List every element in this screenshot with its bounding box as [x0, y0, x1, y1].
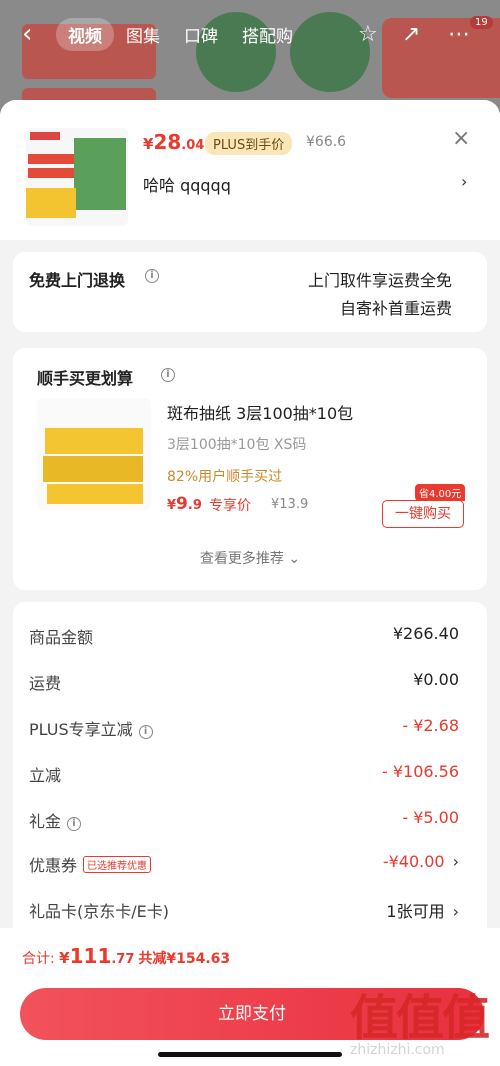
summary-row-label: 礼金 i [29, 808, 82, 832]
save-amount-tag: 省4.00元 [415, 484, 466, 501]
recommend-product-price: ¥9.9 [167, 494, 202, 514]
tab-0[interactable]: 视频 [56, 18, 114, 51]
summary-row[interactable]: 优惠券 已选推荐优惠 -¥40.00 › [29, 852, 459, 876]
recommend-product-spec: 3层100抽*10包 XS码 [167, 437, 307, 453]
close-icon[interactable]: × [452, 126, 470, 151]
summary-row-label: 优惠券 已选推荐优惠 [29, 852, 152, 876]
tab-1[interactable]: 图集 [114, 18, 172, 51]
chevron-right-icon[interactable]: › [453, 852, 459, 871]
more-recommendations-link[interactable]: 查看更多推荐 ⌄ [13, 548, 487, 568]
home-indicator[interactable] [158, 1052, 342, 1057]
chevron-right-icon[interactable]: › [461, 172, 467, 191]
one-click-buy-button[interactable]: 一键购买 [382, 500, 464, 528]
summary-row-label: 礼品卡(京东卡/E卡) [29, 902, 169, 921]
recommend-original-price: ¥13.9 [271, 497, 309, 512]
exclusive-price-label: 专享价 [209, 498, 251, 514]
watermark-url: zhizhizhi.com [350, 1042, 445, 1058]
star-icon[interactable]: ☆ [358, 22, 378, 47]
share-icon[interactable]: ↗ [402, 22, 420, 47]
return-service-card: 免费上门退换 i 上门取件享运费全免 自寄补首重运费 [13, 252, 487, 332]
summary-row: 运费 ¥0.00 [29, 670, 459, 694]
summary-row-value: - ¥106.56 [381, 762, 459, 781]
watermark-logo: 值值值 [350, 990, 490, 1046]
original-price: ¥66.6 [306, 134, 347, 150]
total-amount: 合计: ¥111.77 共减¥154.63 [22, 944, 231, 968]
summary-row-label: 运费 [29, 674, 62, 693]
summary-row-label: 立减 [29, 766, 62, 785]
recommend-product-image[interactable] [37, 398, 151, 510]
order-sheet: ¥28.04 PLUS到手价 ¥66.6 × 哈哈 qqqqq › 免费上门退换… [0, 100, 500, 1066]
return-service-line2: 自寄补首重运费 [339, 299, 452, 318]
return-service-title: 免费上门退换 [29, 271, 126, 290]
tab-3[interactable]: 搭配购 [230, 18, 305, 51]
recommend-card: 顺手买更划算 i 斑布抽纸 3层100抽*10包 3层100抽*10包 XS码 … [13, 348, 487, 590]
selected-spec[interactable]: 哈哈 qqqqq [143, 172, 231, 196]
product-thumbnail[interactable] [26, 128, 128, 226]
summary-row-value: 1张可用 › [386, 902, 459, 921]
recommend-product-stat: 82%用户顺手买过 [167, 469, 283, 485]
summary-row-label: PLUS专享立减 i [29, 716, 153, 740]
back-icon[interactable]: ‹ [22, 20, 46, 48]
message-badge: 19 [470, 16, 493, 29]
nav-tabs: 视频 图集 口碑 搭配购 [56, 18, 305, 51]
summary-row-value: ¥0.00 [413, 670, 459, 689]
summary-row: PLUS专享立减 i - ¥2.68 [29, 716, 459, 740]
info-icon[interactable]: i [145, 269, 159, 283]
more-icon[interactable]: ⋯ [448, 22, 470, 47]
summary-row: 商品金额 ¥266.40 [29, 624, 459, 648]
product-header: ¥28.04 PLUS到手价 ¥66.6 × 哈哈 qqqqq › [0, 100, 500, 240]
summary-row-value: ¥266.40 [392, 624, 459, 643]
tab-2[interactable]: 口碑 [172, 18, 230, 51]
info-icon[interactable]: i [67, 817, 82, 831]
recommend-title: 顺手买更划算 [37, 369, 134, 388]
product-price: ¥28.04 [143, 130, 205, 154]
top-nav: ‹ 视频 图集 口碑 搭配购 ☆ ↗ ⋯ 19 [0, 16, 500, 52]
return-service-line1: 上门取件享运费全免 [307, 271, 452, 290]
info-icon[interactable]: i [138, 725, 153, 739]
recommend-product-name[interactable]: 斑布抽纸 3层100抽*10包 [167, 400, 353, 424]
summary-row-value: - ¥5.00 [402, 808, 459, 827]
total-saved: 共减¥154.63 [138, 951, 231, 967]
summary-row: 礼金 i - ¥5.00 [29, 808, 459, 832]
summary-row-value: - ¥2.68 [402, 716, 459, 735]
summary-row[interactable]: 礼品卡(京东卡/E卡) 1张可用 › [29, 898, 459, 922]
plus-price-tag: PLUS到手价 [205, 132, 293, 155]
summary-row-label: 商品金额 [29, 628, 94, 647]
summary-row-value: -¥40.00 › [382, 852, 459, 871]
info-icon[interactable]: i [161, 368, 175, 382]
chevron-right-icon[interactable]: › [453, 902, 459, 921]
summary-row: 立减 - ¥106.56 [29, 762, 459, 786]
price-summary-card: 商品金额 ¥266.40 运费 ¥0.00 PLUS专享立减 i - ¥2.68 立减 - ¥1… [13, 602, 487, 942]
coupon-selected-tag: 已选推荐优惠 [83, 856, 152, 873]
